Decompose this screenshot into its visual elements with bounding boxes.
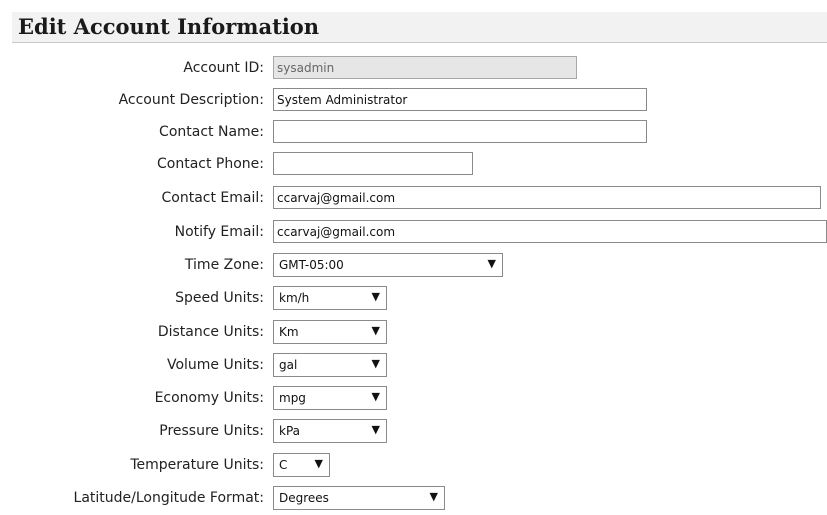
latlon-format-value: Degrees (279, 491, 329, 505)
speed-units-value: km/h (279, 291, 310, 305)
row-notify-email: Notify Email: (0, 219, 827, 249)
notify-email-label: Notify Email: (174, 224, 264, 240)
notify-email-field[interactable] (273, 220, 827, 243)
temperature-units-value: C (279, 458, 288, 472)
time-zone-label: Time Zone: (184, 257, 264, 273)
temperature-units-label: Temperature Units: (130, 457, 264, 473)
chevron-down-icon: ▼ (314, 457, 323, 470)
economy-units-value: mpg (279, 391, 306, 405)
volume-units-label: Volume Units: (166, 357, 264, 373)
row-volume-units: Volume Units: gal ▼ (0, 352, 827, 382)
row-economy-units: Economy Units: mpg ▼ (0, 385, 827, 415)
contact-phone-label: Contact Phone: (156, 156, 264, 172)
account-description-label: Account Description: (118, 92, 264, 108)
volume-units-select[interactable]: gal ▼ (273, 353, 387, 377)
row-temperature-units: Temperature Units: C ▼ (0, 452, 827, 482)
page-header: Edit Account Information (12, 12, 827, 43)
chevron-down-icon: ▼ (371, 324, 380, 337)
pressure-units-value: kPa (279, 424, 300, 438)
economy-units-label: Economy Units: (154, 390, 264, 406)
account-id-field (273, 56, 577, 79)
speed-units-label: Speed Units: (175, 290, 264, 306)
volume-units-value: gal (279, 358, 298, 372)
row-speed-units: Speed Units: km/h ▼ (0, 285, 827, 315)
contact-email-label: Contact Email: (161, 190, 264, 206)
chevron-down-icon: ▼ (371, 390, 380, 403)
contact-phone-field[interactable] (273, 152, 473, 175)
speed-units-select[interactable]: km/h ▼ (273, 286, 387, 310)
chevron-down-icon: ▼ (487, 257, 496, 270)
economy-units-select[interactable]: mpg ▼ (273, 386, 387, 410)
row-pressure-units: Pressure Units: kPa ▼ (0, 418, 827, 448)
page-title: Edit Account Information (18, 14, 320, 39)
time-zone-value: GMT-05:00 (279, 258, 344, 272)
chevron-down-icon: ▼ (429, 490, 438, 503)
chevron-down-icon: ▼ (371, 357, 380, 370)
row-contact-email: Contact Email: (0, 185, 827, 215)
distance-units-label: Distance Units: (157, 324, 264, 340)
row-contact-name: Contact Name: (0, 119, 827, 149)
account-description-field[interactable] (273, 88, 647, 111)
distance-units-select[interactable]: Km ▼ (273, 320, 387, 344)
row-latlon-format: Latitude/Longitude Format: Degrees ▼ (0, 485, 827, 515)
chevron-down-icon: ▼ (371, 290, 380, 303)
latlon-format-label: Latitude/Longitude Format: (73, 490, 264, 506)
row-distance-units: Distance Units: Km ▼ (0, 319, 827, 349)
time-zone-select[interactable]: GMT-05:00 ▼ (273, 253, 503, 277)
contact-name-field[interactable] (273, 120, 647, 143)
row-time-zone: Time Zone: GMT-05:00 ▼ (0, 252, 827, 282)
latlon-format-select[interactable]: Degrees ▼ (273, 486, 445, 510)
distance-units-value: Km (279, 325, 299, 339)
pressure-units-label: Pressure Units: (159, 423, 264, 439)
contact-name-label: Contact Name: (159, 124, 264, 140)
row-account-description: Account Description: (0, 87, 827, 117)
temperature-units-select[interactable]: C ▼ (273, 453, 330, 477)
pressure-units-select[interactable]: kPa ▼ (273, 419, 387, 443)
contact-email-field[interactable] (273, 186, 821, 209)
row-contact-phone: Contact Phone: (0, 151, 827, 181)
chevron-down-icon: ▼ (371, 423, 380, 436)
account-id-label: Account ID: (183, 60, 264, 76)
row-account-id: Account ID: (0, 55, 827, 85)
